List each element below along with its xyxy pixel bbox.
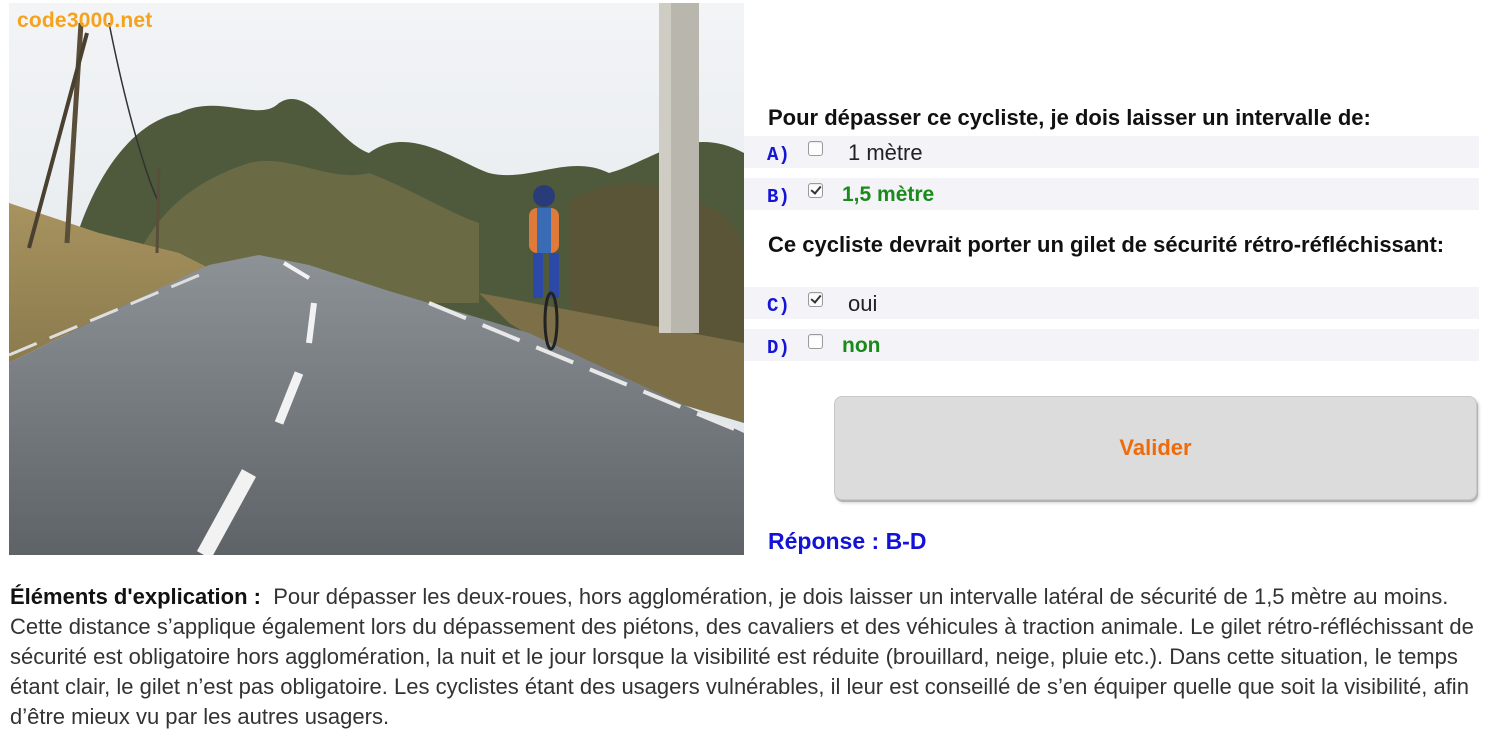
answer-checkbox-b[interactable]	[808, 183, 823, 198]
answer-text-a: 1 mètre	[848, 140, 923, 165]
validate-button[interactable]: Valider	[834, 396, 1477, 500]
question-photo: code3000.net	[9, 3, 744, 555]
answer-checkbox-c[interactable]	[808, 292, 823, 307]
answer-row-b[interactable]: B) 1,5 mètre	[744, 178, 1479, 210]
answer-letter-d: D)	[767, 337, 790, 359]
answer-letter-c: C)	[767, 295, 790, 317]
question-1-text: Pour dépasser ce cycliste, je dois laiss…	[768, 105, 1371, 130]
answer-letter-a: A)	[767, 144, 790, 166]
question-2-text: Ce cycliste devrait porter un gilet de s…	[768, 232, 1445, 257]
watermark-logo: code3000.net	[17, 9, 153, 32]
answer-row-a[interactable]: A) 1 mètre	[744, 136, 1479, 168]
answer-checkbox-d[interactable]	[808, 334, 823, 349]
explanation-label: Éléments d'explication :	[10, 584, 261, 609]
answer-text-b: 1,5 mètre	[842, 183, 935, 206]
response-text: Réponse : B-D	[768, 528, 927, 554]
answer-row-d[interactable]: D) non	[744, 329, 1479, 361]
explanation-block: Éléments d'explication : Pour dépasser l…	[10, 582, 1480, 732]
answer-text-c: oui	[848, 291, 878, 316]
road-scene-image	[9, 3, 744, 555]
answer-letter-b: B)	[767, 186, 790, 208]
answer-checkbox-a[interactable]	[808, 141, 823, 156]
answer-text-d: non	[842, 334, 881, 357]
answer-row-c[interactable]: C) oui	[744, 287, 1479, 319]
